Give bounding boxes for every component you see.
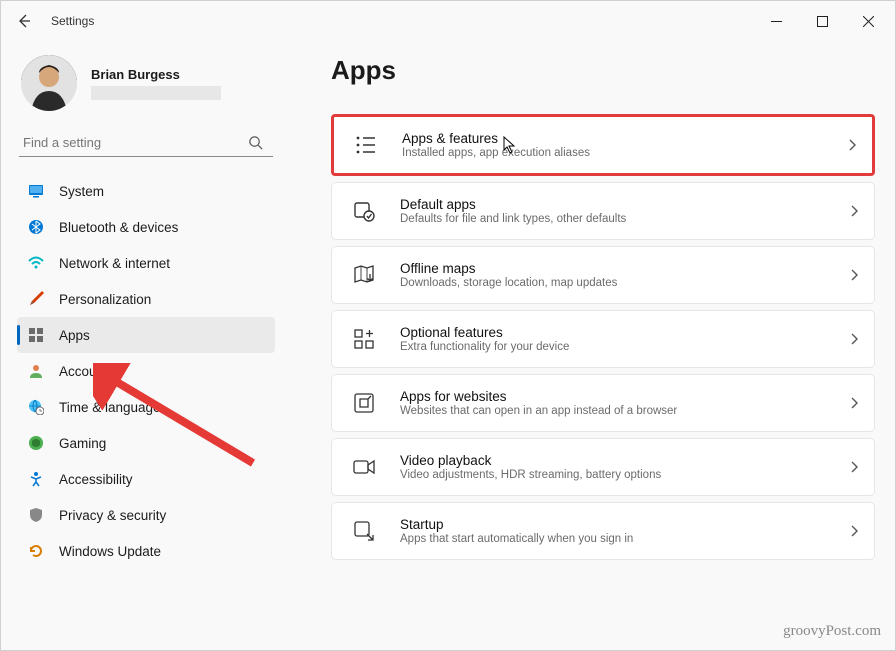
sidebar-item-time[interactable]: Time & language [17,389,275,425]
system-icon [27,182,45,200]
page-title: Apps [331,55,875,86]
close-button[interactable] [845,5,891,37]
cards-list: Apps & features Installed apps, app exec… [331,114,875,560]
card-title: Default apps [400,197,848,212]
profile-email-redacted [91,86,221,100]
chevron-right-icon [848,525,860,537]
card-title: Video playback [400,453,848,468]
card-title: Apps for websites [400,389,848,404]
sidebar-item-label: Accounts [59,364,115,379]
sidebar-item-update[interactable]: Windows Update [17,533,275,569]
chevron-right-icon [848,333,860,345]
user-profile[interactable]: Brian Burgess [21,55,275,111]
sidebar-item-label: Windows Update [59,544,161,559]
card-title: Optional features [400,325,848,340]
avatar [21,55,77,111]
card-apps-features[interactable]: Apps & features Installed apps, app exec… [331,114,875,176]
gaming-icon [27,434,45,452]
search-input[interactable] [23,135,248,150]
sidebar-item-accounts[interactable]: Accounts [17,353,275,389]
window-title: Settings [51,14,94,28]
card-title: Apps & features [402,131,846,146]
nav-list: System Bluetooth & devices Network & int… [17,173,275,569]
card-desc: Installed apps, app execution aliases [402,147,846,159]
avatar-image-icon [21,55,77,111]
startup-icon [350,517,378,545]
card-desc: Downloads, storage location, map updates [400,277,848,289]
close-icon [863,16,874,27]
sidebar-item-label: Gaming [59,436,106,451]
card-desc: Defaults for file and link types, other … [400,213,848,225]
default-app-icon [350,197,378,225]
card-desc: Extra functionality for your device [400,341,848,353]
sidebar-item-label: Bluetooth & devices [59,220,178,235]
sidebar-item-label: Time & language [59,400,161,415]
card-offline-maps[interactable]: Offline maps Downloads, storage location… [331,246,875,304]
card-desc: Apps that start automatically when you s… [400,533,848,545]
shield-icon [27,506,45,524]
sidebar: Brian Burgess System Bluetooth & devices [1,41,291,650]
maximize-icon [817,16,828,27]
chevron-right-icon [846,139,858,151]
website-app-icon [350,389,378,417]
search-icon [248,135,263,150]
card-desc: Websites that can open in an app instead… [400,405,848,417]
chevron-right-icon [848,397,860,409]
chevron-right-icon [848,461,860,473]
card-video-playback[interactable]: Video playback Video adjustments, HDR st… [331,438,875,496]
sidebar-item-label: Privacy & security [59,508,166,523]
sidebar-item-privacy[interactable]: Privacy & security [17,497,275,533]
sidebar-item-bluetooth[interactable]: Bluetooth & devices [17,209,275,245]
card-startup[interactable]: Startup Apps that start automatically wh… [331,502,875,560]
card-optional-features[interactable]: Optional features Extra functionality fo… [331,310,875,368]
chevron-right-icon [848,205,860,217]
video-icon [350,453,378,481]
map-download-icon [350,261,378,289]
list-icon [352,131,380,159]
main-content: Apps Apps & features Installed apps, app… [291,41,895,650]
card-default-apps[interactable]: Default apps Defaults for file and link … [331,182,875,240]
card-desc: Video adjustments, HDR streaming, batter… [400,469,848,481]
sidebar-item-gaming[interactable]: Gaming [17,425,275,461]
sidebar-item-label: Apps [59,328,90,343]
apps-icon [27,326,45,344]
sidebar-item-apps[interactable]: Apps [17,317,275,353]
watermark: groovyPost.com [783,623,881,640]
person-icon [27,362,45,380]
brush-icon [27,290,45,308]
card-title: Startup [400,517,848,532]
sidebar-item-label: System [59,184,104,199]
search-box[interactable] [19,129,273,157]
sidebar-item-accessibility[interactable]: Accessibility [17,461,275,497]
card-apps-for-websites[interactable]: Apps for websites Websites that can open… [331,374,875,432]
accessibility-icon [27,470,45,488]
update-icon [27,542,45,560]
settings-window: Settings Brian Burgess [0,0,896,651]
back-arrow-icon [16,13,32,29]
sidebar-item-network[interactable]: Network & internet [17,245,275,281]
minimize-icon [771,16,782,27]
card-title: Offline maps [400,261,848,276]
maximize-button[interactable] [799,5,845,37]
bluetooth-icon [27,218,45,236]
sidebar-item-personalization[interactable]: Personalization [17,281,275,317]
globe-clock-icon [27,398,45,416]
chevron-right-icon [848,269,860,281]
profile-name: Brian Burgess [91,67,221,82]
back-button[interactable] [5,2,43,40]
wifi-icon [27,254,45,272]
titlebar: Settings [1,1,895,41]
sidebar-item-system[interactable]: System [17,173,275,209]
sidebar-item-label: Network & internet [59,256,170,271]
minimize-button[interactable] [753,5,799,37]
optional-features-icon [350,325,378,353]
sidebar-item-label: Personalization [59,292,151,307]
sidebar-item-label: Accessibility [59,472,133,487]
